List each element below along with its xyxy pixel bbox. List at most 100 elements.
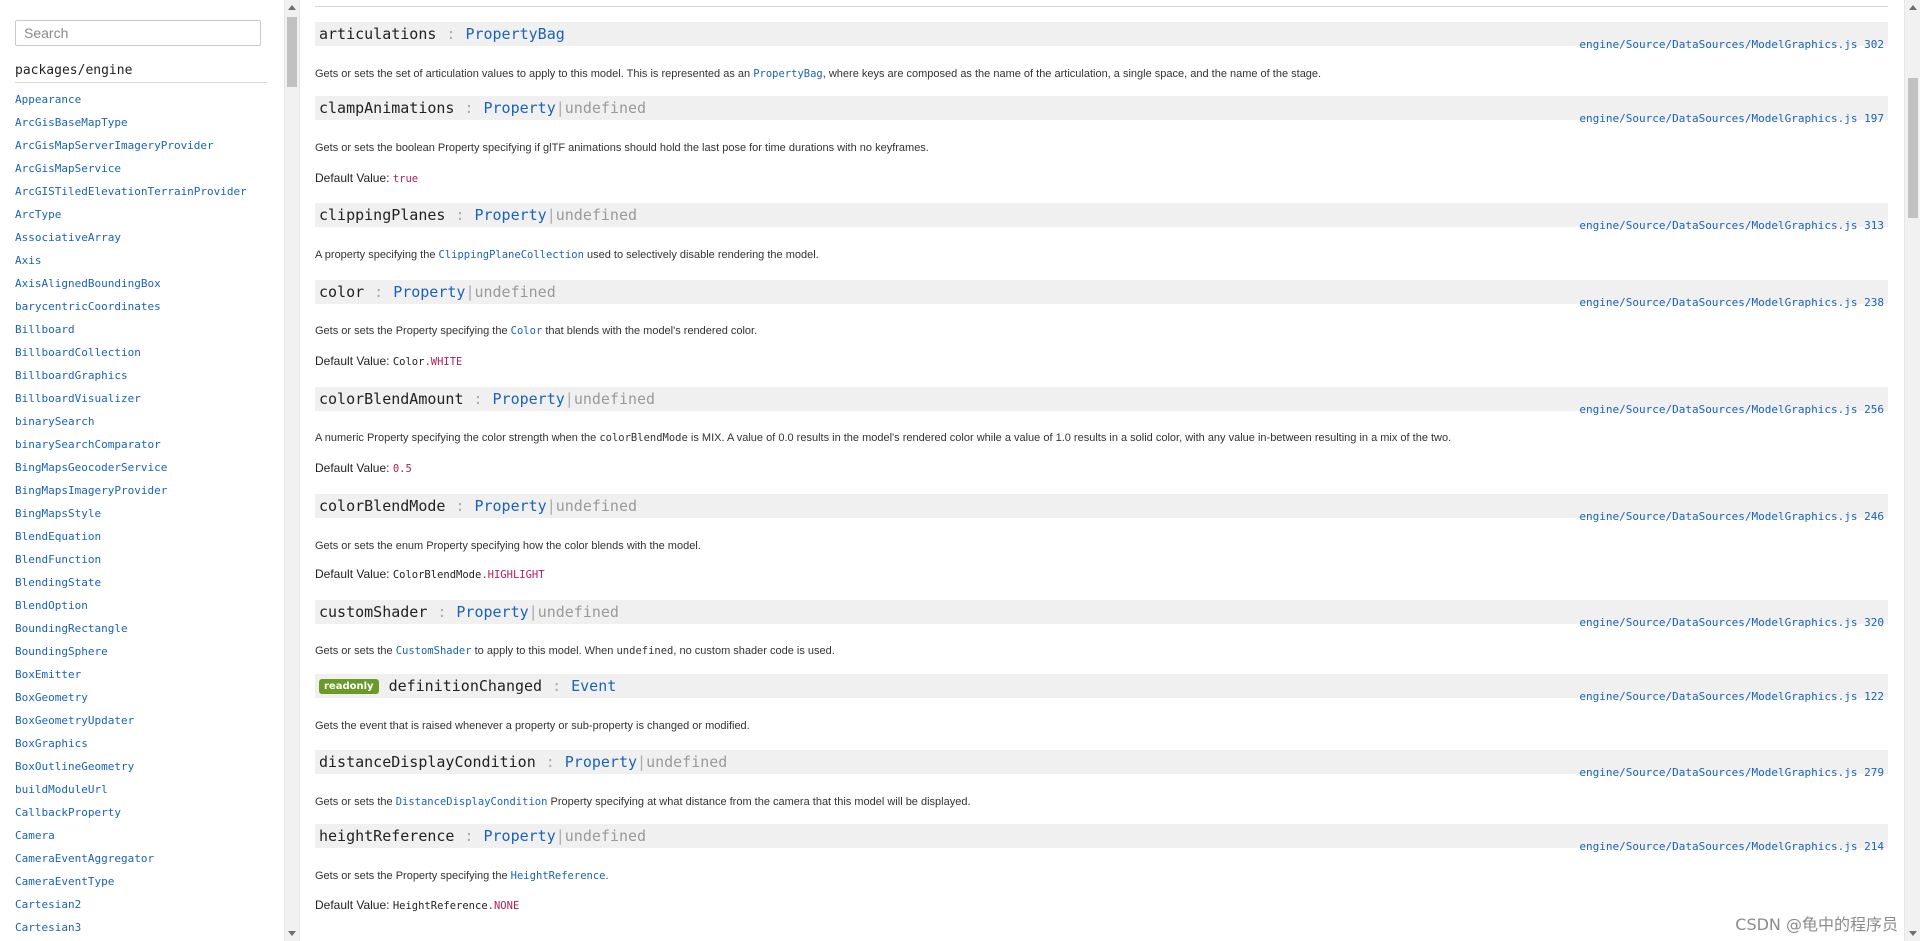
top-divider [315,6,1888,7]
description-link[interactable]: Color [511,325,543,337]
scroll-down-arrow-icon[interactable] [1909,931,1917,936]
type-link[interactable]: Property [484,99,556,117]
default-value-type: HeightReference [392,900,488,912]
description-text: to apply to this model. When [471,645,617,657]
sidebar-item[interactable]: BillboardVisualizer [15,387,247,410]
type-link[interactable]: Property [456,603,528,621]
member-name: articulations [319,25,437,43]
source-link[interactable]: engine/Source/DataSources/ModelGraphics.… [1579,510,1884,523]
sidebar-item[interactable]: ArcGisBaseMapType [15,111,247,134]
sidebar-item[interactable]: ArcGisMapServerImageryProvider [15,134,247,157]
sidebar-item[interactable]: buildModuleUrl [15,778,247,801]
source-link[interactable]: engine/Source/DataSources/ModelGraphics.… [1579,112,1884,125]
source-link[interactable]: engine/Source/DataSources/ModelGraphics.… [1579,403,1884,416]
sidebar-scrollbar[interactable] [285,0,300,941]
sidebar-item[interactable]: BoxGraphics [15,732,247,755]
sidebar-item[interactable]: BingMapsStyle [15,502,247,525]
default-value-literal: .HIGHLIGHT [481,569,545,581]
sidebar-item[interactable]: ArcGISTiledElevationTerrainProvider [15,180,247,203]
sidebar-item[interactable]: BoxGeometryUpdater [15,709,247,732]
sidebar-item[interactable]: BoundingRectangle [15,617,247,640]
sidebar-item[interactable]: Billboard [15,318,247,341]
sidebar-item[interactable]: Camera [15,824,247,847]
sidebar-item[interactable]: BoundingSphere [15,640,247,663]
description-text: Property specifying at what distance fro… [547,796,971,808]
sidebar-item[interactable]: BlendFunction [15,548,247,571]
sidebar-item[interactable]: CallbackProperty [15,801,247,824]
type-link[interactable]: Property [474,206,546,224]
type-link[interactable]: Event [571,677,616,695]
member-name: customShader [319,603,428,621]
sidebar-item[interactable]: BillboardGraphics [15,364,247,387]
sidebar-item[interactable]: Appearance [15,88,247,111]
sidebar-item[interactable]: binarySearch [15,410,247,433]
sidebar-item[interactable]: BoxGeometry [15,686,247,709]
member-colorBlendAmount: colorBlendAmount: Property | undefined engin… [315,387,1888,416]
source-link[interactable]: engine/Source/DataSources/ModelGraphics.… [1579,296,1884,309]
description-text: Gets or sets the [315,796,396,808]
source-link[interactable]: engine/Source/DataSources/ModelGraphics.… [1579,766,1884,779]
sidebar-item[interactable]: BlendOption [15,594,247,617]
sidebar-item[interactable]: barycentricCoordinates [15,295,247,318]
sidebar-item[interactable]: CameraEventAggregator [15,847,247,870]
description-link[interactable]: HeightReference [511,870,606,882]
description-link[interactable]: PropertyBag [753,68,823,80]
type-separator: : [473,390,483,408]
source-link[interactable]: engine/Source/DataSources/ModelGraphics.… [1579,38,1884,51]
member-name: clippingPlanes [319,206,446,224]
type-link[interactable]: Property [393,283,465,301]
type-link[interactable]: Property [565,753,637,771]
member-description: A numeric Property specifying the color … [315,432,1451,444]
member-name: distanceDisplayCondition [319,753,536,771]
sidebar-item[interactable]: Cartesian2 [15,893,247,916]
sidebar-item[interactable]: AssociativeArray [15,226,247,249]
member-signature: heightReference: Property | undefined engine… [315,824,1888,853]
search-input[interactable] [15,20,261,46]
member-list: articulations: PropertyBag engine/Source/D… [300,0,1902,941]
sidebar-item[interactable]: BoxOutlineGeometry [15,755,247,778]
member-signature: colorBlendMode: Property | undefined engine/… [315,494,1888,523]
type-link[interactable]: Property [474,497,546,515]
type-union-pipe: | [528,603,538,621]
main-scrollbar[interactable] [1904,0,1920,941]
main-scroll-thumb[interactable] [1908,78,1918,218]
sidebar-item[interactable]: Axis [15,249,247,272]
description-text: Gets or sets the [315,645,396,657]
sidebar-item[interactable]: CameraEventType [15,870,247,893]
description-text: used to selectively disable rendering th… [583,249,819,261]
type-link[interactable]: PropertyBag [465,25,564,43]
source-link[interactable]: engine/Source/DataSources/ModelGraphics.… [1579,219,1884,232]
member-description: Gets or sets the CustomShader to apply t… [315,645,835,657]
sidebar-item[interactable]: ArcType [15,203,247,226]
sidebar-item[interactable]: BlendEquation [15,525,247,548]
search-container [15,20,261,46]
source-link[interactable]: engine/Source/DataSources/ModelGraphics.… [1579,690,1884,703]
type-undefined: undefined [474,283,556,301]
source-link[interactable]: engine/Source/DataSources/ModelGraphics.… [1579,616,1884,629]
description-link[interactable]: CustomShader [396,645,472,657]
type-link[interactable]: Property [484,827,556,845]
watermark: CSDN @龟中的程序员 [1735,915,1898,934]
description-link[interactable]: DistanceDisplayCondition [396,796,548,808]
description-link[interactable]: ClippingPlaneCollection [439,249,584,261]
sidebar-item[interactable]: BingMapsGeocoderService [15,456,247,479]
sidebar-item[interactable]: BingMapsImageryProvider [15,479,247,502]
sidebar-item[interactable]: BillboardCollection [15,341,247,364]
type-union-pipe: | [564,390,574,408]
default-value-label: Default Value: [315,461,393,475]
sidebar-item[interactable]: binarySearchComparator [15,433,247,456]
member-articulations: articulations: PropertyBag engine/Source/D… [315,22,1888,51]
sidebar-item[interactable]: AxisAlignedBoundingBox [15,272,247,295]
sidebar-item[interactable]: BlendingState [15,571,247,594]
sidebar-item[interactable]: ArcGisMapService [15,157,247,180]
scroll-down-arrow-icon[interactable] [288,931,296,936]
type-link[interactable]: Property [493,390,565,408]
scroll-up-arrow-icon[interactable] [288,5,296,10]
source-link[interactable]: engine/Source/DataSources/ModelGraphics.… [1579,840,1884,853]
type-separator: : [464,99,474,117]
type-separator: : [545,753,555,771]
sidebar-scroll-thumb[interactable] [287,17,297,87]
scroll-up-arrow-icon[interactable] [1909,5,1917,10]
sidebar-item[interactable]: Cartesian3 [15,916,247,939]
sidebar-item[interactable]: BoxEmitter [15,663,247,686]
